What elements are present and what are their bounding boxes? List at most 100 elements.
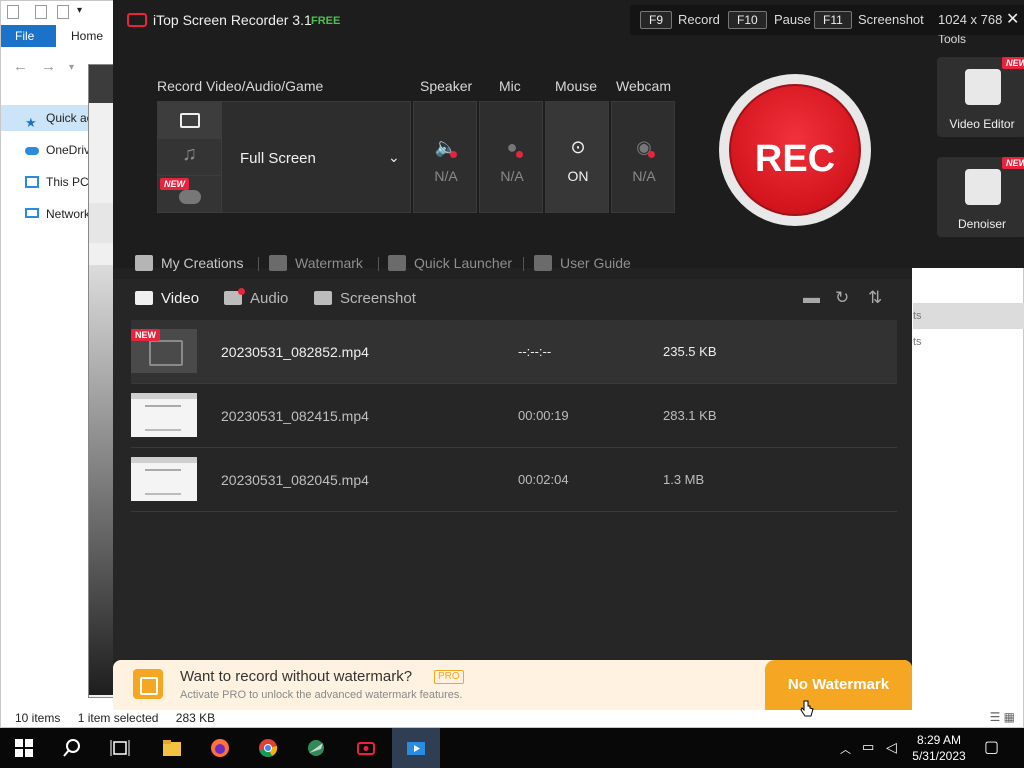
open-folder-icon[interactable]: ▬ [803,288,820,308]
file-name: 20230531_082415.mp4 [221,408,369,424]
mic-toggle[interactable]: ● N/A [479,101,543,213]
taskbar-chrome[interactable] [244,728,292,768]
view-toggle[interactable]: ☰ ▦ [990,710,1015,724]
user-guide-link[interactable]: User Guide [534,255,631,271]
nav-network[interactable]: Network [1,201,91,227]
tools-panel: Tools Video Editor NEW Denoiser NEW [912,0,1024,268]
microphone-icon: ● [500,136,524,158]
music-note-icon: ♫ [182,143,197,165]
tab-audio[interactable]: Audio [224,288,289,307]
denoiser-card[interactable]: Denoiser NEW [937,157,1024,237]
file-duration: 00:02:04 [518,472,569,487]
nav-onedrive[interactable]: OneDrive [1,137,91,163]
tab-label: Audio [250,290,289,307]
webcam-toggle[interactable]: ◉ N/A [611,101,675,213]
properties-icon[interactable] [35,5,47,19]
file-list-fragment: ts ts [913,271,1024,355]
capture-area-select[interactable]: Full Screen [240,150,316,167]
tab-home[interactable]: Home [57,25,115,47]
file-duration: --:--:-- [518,344,552,359]
nav-label: OneDrive [46,143,91,157]
search-button[interactable] [48,728,96,768]
hotkey-pause-label: Pause [774,12,811,27]
taskbar-file-explorer[interactable] [148,728,196,768]
webcam-status: N/A [632,168,656,184]
list-item[interactable]: ts [913,329,1024,355]
my-creations-link[interactable]: My Creations [135,255,243,271]
link-label: Quick Launcher [414,255,513,271]
tab-video[interactable]: Video [135,290,199,307]
recorder-header: iTop Screen Recorder 3.1 FREE F9 Record … [113,0,1024,268]
tab-label: Video [161,290,200,307]
network-icon[interactable]: ▭ [862,739,874,755]
navigation-buttons: ← → ▾ [1,55,91,81]
quick-launcher-link[interactable]: Quick Launcher [388,255,512,271]
taskbar-itop-recorder[interactable] [342,728,390,768]
no-watermark-button[interactable]: No Watermark [765,660,912,710]
taskbar-firefox[interactable] [196,728,244,768]
watermark-icon [133,669,163,699]
mode-game-button[interactable]: NEW [158,176,222,213]
video-editor-card[interactable]: Video Editor NEW [937,57,1024,137]
record-mode-panel: ♫ NEW Full Screen ⌄ [157,101,411,213]
hand-cursor-icon [800,700,814,717]
new-badge: NEW [131,329,160,341]
status-bar: 10 items 1 item selected 283 KB [15,711,229,725]
table-row[interactable]: 20230531_082415.mp4 00:00:19 283.1 KB [131,384,897,448]
task-view-button[interactable] [96,728,144,768]
folder-icon [163,740,181,756]
start-button[interactable] [0,728,48,768]
edition-badge: FREE [311,15,341,27]
hotkey-f10: F10 [728,11,767,29]
tool-label: Denoiser [957,217,1007,231]
file-name: 20230531_082045.mp4 [221,472,369,488]
monitor-icon [180,113,200,128]
folder-icon[interactable] [7,5,19,19]
chevron-down-icon[interactable]: ⌄ [388,149,400,166]
nav-quick-access[interactable]: ★ Quick access [1,105,91,131]
mode-audio-button[interactable]: ♫ [158,139,222,176]
record-button-label: REC [754,138,836,180]
file-size: 1.3 MB [663,472,705,487]
sort-icon[interactable]: ⇅ [868,288,882,308]
chevron-up-icon[interactable]: ︿ [840,741,851,757]
film-icon [135,291,153,305]
record-button[interactable]: REC [729,84,861,216]
volume-icon[interactable]: ◁ [886,739,897,756]
task-view-icon [110,740,130,756]
hotkey-screenshot-label: Screenshot [858,12,924,27]
clock[interactable]: 8:29 AM 5/31/2023 [912,732,966,764]
tab-file[interactable]: File [1,25,56,47]
list-item[interactable]: ts [913,303,1024,329]
table-row[interactable]: NEW 20230531_082852.mp4 --:--:-- 235.5 K… [131,320,897,384]
resolution-readout: 1024 x 768 [938,12,1003,27]
recent-dropdown-icon[interactable]: ▾ [69,62,74,73]
nav-this-pc[interactable]: This PC [1,169,91,195]
tab-screenshot[interactable]: Screenshot [314,290,416,307]
watermark-link[interactable]: Watermark [269,255,363,271]
new-folder-icon[interactable] [57,5,69,19]
nav-label: Quick access [46,111,91,125]
back-arrow-icon[interactable]: ← [13,58,28,75]
speaker-section-label: Speaker [420,78,473,94]
refresh-icon[interactable]: ↻ [835,288,849,308]
speaker-toggle[interactable]: 🔈 N/A [413,101,477,213]
taskbar-itop-active[interactable] [392,728,440,768]
notification-icon[interactable]: ▢ [984,737,999,757]
clock-date: 5/31/2023 [912,749,966,763]
table-row[interactable]: 20230531_082045.mp4 00:02:04 1.3 MB [131,448,897,512]
close-icon[interactable]: ✕ [1006,9,1019,29]
mode-video-button[interactable] [158,102,222,139]
mouse-section-label: Mouse [555,78,598,94]
quick-access-toolbar: ▾ [1,1,101,25]
computer-icon [25,176,39,188]
qat-dropdown-icon[interactable]: ▾ [77,5,89,19]
speaker-status: N/A [434,168,458,184]
file-size: 283.1 KB [663,408,717,423]
mic-status: N/A [500,168,524,184]
forward-arrow-icon[interactable]: → [41,58,56,75]
taskbar-app-green[interactable] [292,728,340,768]
chrome-icon [259,739,278,757]
gamepad-icon [179,190,201,204]
mouse-toggle[interactable]: ⊙ ON [545,101,609,213]
